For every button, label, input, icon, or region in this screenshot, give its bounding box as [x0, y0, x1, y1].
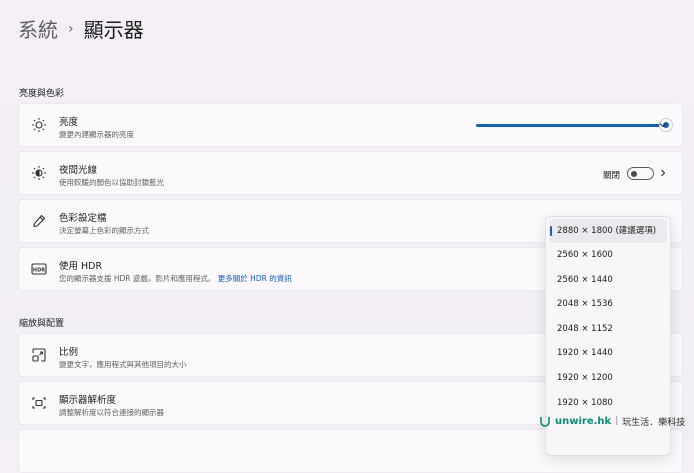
resolution-option[interactable]: 2048 × 1152: [546, 317, 670, 342]
night-light-desc: 使用較暖的顏色以協助封鎖藍光: [59, 178, 164, 187]
brightness-slider[interactable]: [476, 119, 672, 131]
hdr-desc: 您的顯示器支援 HDR 遊戲，影片和應用程式。 更多關於 HDR 的資訊: [59, 273, 292, 284]
resolution-option[interactable]: 1920 × 1080: [546, 391, 670, 416]
scale-icon: [31, 347, 47, 363]
sun-icon: [31, 117, 47, 133]
night-light-toggle[interactable]: [627, 167, 654, 180]
scale-desc: 變更文字，應用程式與其他項目的大小: [59, 360, 187, 369]
night-light-toggle-label: 關閉: [602, 171, 620, 181]
watermark-tagline: 玩生活．樂科技: [622, 417, 686, 428]
resolution-title: 顯示器解析度: [59, 395, 117, 406]
resolution-option[interactable]: 1920 × 1200: [546, 366, 670, 391]
resolution-option[interactable]: 2880 × 1800 (建議選項): [549, 219, 667, 243]
section-title-brightness-color: 亮度與色彩: [19, 89, 65, 99]
chevron-down-icon[interactable]: [658, 120, 668, 130]
hdr-desc-text: 您的顯示器支援 HDR 遊戲，影片和應用程式。: [59, 274, 216, 283]
brightness-title: 亮度: [59, 117, 79, 128]
hdr-more-info-link[interactable]: 更多關於 HDR 的資訊: [218, 274, 292, 283]
resolution-option[interactable]: 1920 × 1440: [546, 341, 670, 366]
watermark-divider: |: [615, 416, 619, 426]
chevron-right-icon[interactable]: [658, 168, 668, 178]
night-light-card[interactable]: 夜間光線 使用較暖的顏色以協助封鎖藍光 關閉: [18, 151, 683, 195]
resolution-option[interactable]: 2048 × 1536: [546, 292, 670, 317]
hdr-icon: HDR: [31, 261, 47, 277]
color-profile-title: 色彩設定檔: [59, 213, 107, 224]
resolution-desc: 調整解析度以符合連接的顯示器: [59, 408, 164, 417]
watermark-logo-icon: [538, 414, 552, 428]
eyedropper-icon: [31, 213, 47, 229]
brightness-desc: 變更內建顯示器的亮度: [59, 130, 134, 139]
page-title: 顯示器: [83, 18, 144, 42]
resolution-icon: [31, 395, 47, 411]
svg-text:HDR: HDR: [33, 267, 45, 273]
section-title-scale-layout: 縮放與配置: [19, 319, 65, 329]
color-profile-desc: 決定螢幕上色彩的顯示方式: [59, 226, 149, 235]
hdr-title: 使用 HDR: [59, 261, 103, 272]
breadcrumb-separator: ›: [68, 20, 74, 37]
night-sun-icon: [31, 165, 47, 181]
breadcrumb-system-link[interactable]: 系統: [18, 14, 58, 43]
watermark-logo: unwire.hk: [555, 415, 612, 427]
night-light-title: 夜間光線: [59, 165, 98, 176]
watermark: unwire.hk | 玩生活．樂科技: [538, 414, 685, 428]
resolution-option[interactable]: 2560 × 1600: [546, 243, 670, 268]
scale-title: 比例: [59, 347, 79, 358]
brightness-card[interactable]: 亮度 變更內建顯示器的亮度: [18, 103, 683, 147]
brightness-slider-fill: [476, 124, 666, 127]
breadcrumb: 系統 › 顯示器: [18, 14, 144, 43]
resolution-option[interactable]: 2560 × 1440: [546, 268, 670, 293]
